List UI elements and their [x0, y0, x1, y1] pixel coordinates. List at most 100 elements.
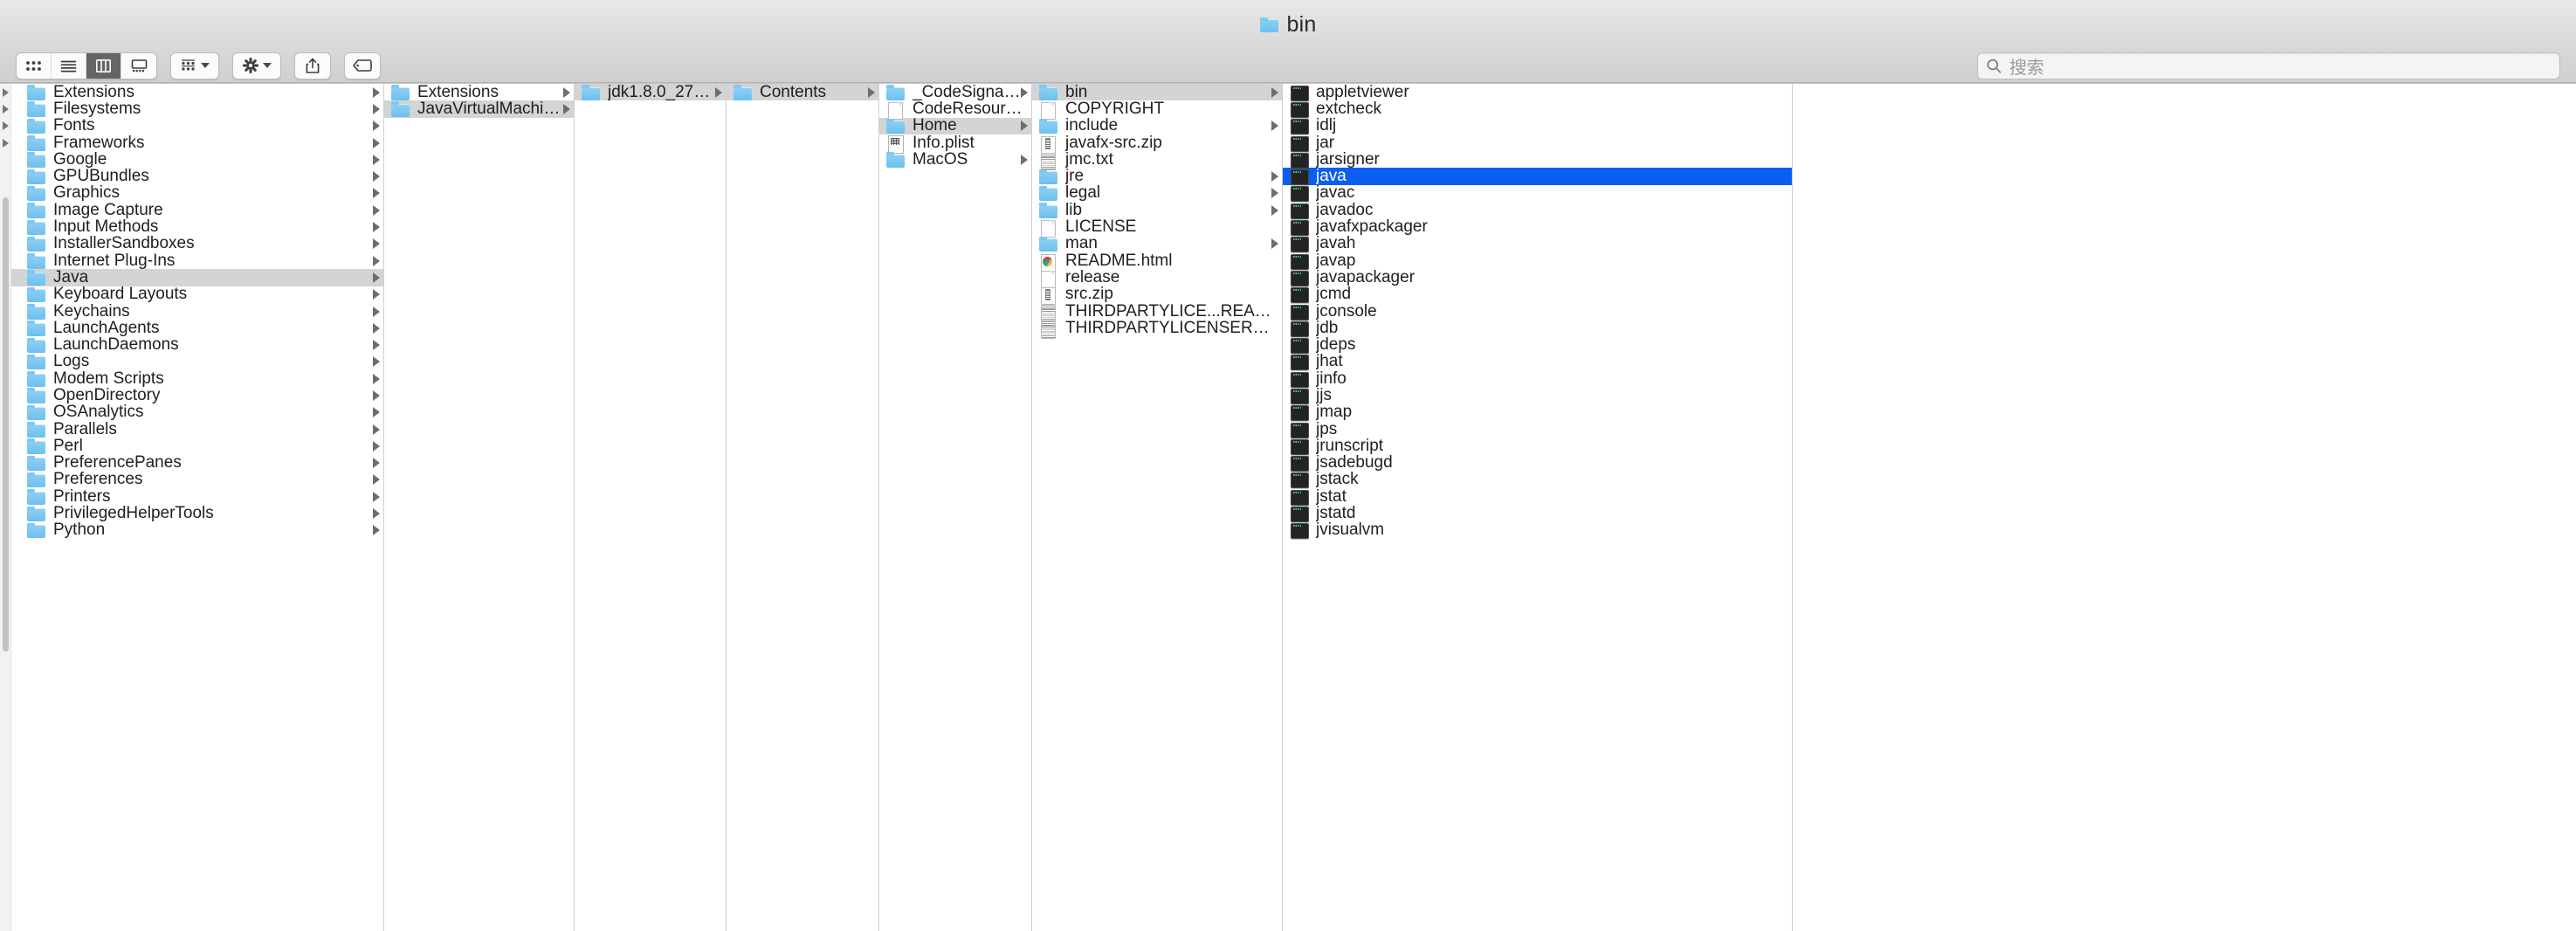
list-item[interactable]: Extensions — [384, 84, 574, 100]
list-item[interactable]: JavaVirtualMachines — [384, 100, 574, 117]
list-item[interactable]: jmc.txt — [1032, 151, 1282, 168]
disclosure-arrow-icon[interactable] — [0, 118, 11, 134]
column-scrollbar[interactable] — [0, 84, 11, 931]
disclosure-arrow-icon[interactable] — [1021, 121, 1028, 131]
list-item[interactable]: Extensions — [11, 84, 383, 100]
disclosure-arrow-icon[interactable] — [373, 340, 380, 350]
list-item[interactable]: jdk1.8.0_271.jdk — [575, 84, 726, 100]
list-item[interactable]: Modem Scripts — [11, 370, 383, 387]
list-item[interactable]: GPUBundles — [11, 168, 383, 184]
list-item[interactable]: jre — [1032, 168, 1282, 184]
list-item[interactable]: Filesystems — [11, 100, 383, 117]
list-item[interactable]: include — [1032, 118, 1282, 134]
list-item[interactable]: Google — [11, 151, 383, 168]
list-item[interactable]: lib — [1032, 202, 1282, 218]
list-item[interactable]: jhat — [1283, 354, 1792, 370]
disclosure-arrow-icon[interactable] — [563, 104, 570, 114]
list-item[interactable]: Home — [879, 118, 1031, 134]
disclosure-arrow-icon[interactable] — [373, 508, 380, 519]
list-item[interactable]: jdb — [1283, 320, 1792, 336]
list-item[interactable]: Parallels — [11, 421, 383, 438]
list-item[interactable]: appletviewer — [1283, 84, 1792, 100]
disclosure-arrow-icon[interactable] — [0, 134, 11, 151]
disclosure-arrow-icon[interactable] — [1271, 87, 1278, 98]
disclosure-arrow-icon[interactable] — [373, 525, 380, 535]
list-item[interactable]: jarsigner — [1283, 151, 1792, 168]
gallery-view-button[interactable] — [121, 53, 156, 79]
list-item[interactable]: Preferences — [11, 472, 383, 488]
list-item[interactable]: javafxpackager — [1283, 218, 1792, 235]
list-item[interactable]: jvisualvm — [1283, 522, 1792, 539]
disclosure-arrow-icon[interactable] — [373, 155, 380, 165]
disclosure-arrow-icon[interactable] — [373, 121, 380, 131]
disclosure-arrow-icon[interactable] — [373, 441, 380, 452]
list-item[interactable]: Internet Plug-Ins — [11, 252, 383, 269]
list-item[interactable]: PreferencePanes — [11, 455, 383, 472]
list-item[interactable]: javap — [1283, 252, 1792, 269]
disclosure-arrow-icon[interactable] — [1271, 121, 1278, 131]
disclosure-arrow-icon[interactable] — [0, 84, 11, 100]
disclosure-arrow-icon[interactable] — [373, 323, 380, 334]
search-input[interactable]: 搜索 — [1977, 52, 2560, 79]
list-item[interactable]: jcmd — [1283, 286, 1792, 303]
list-item[interactable]: jmap — [1283, 404, 1792, 421]
disclosure-arrow-icon[interactable] — [373, 188, 380, 198]
action-button[interactable] — [233, 53, 280, 79]
list-item[interactable]: javafx-src.zip — [1032, 134, 1282, 151]
disclosure-arrow-icon[interactable] — [373, 238, 380, 249]
list-item[interactable]: javapackager — [1283, 269, 1792, 286]
list-item[interactable]: LaunchAgents — [11, 320, 383, 336]
list-item[interactable]: Info.plist — [879, 134, 1031, 151]
disclosure-arrow-icon[interactable] — [373, 138, 380, 148]
list-item[interactable]: Printers — [11, 488, 383, 505]
disclosure-arrow-icon[interactable] — [373, 104, 380, 114]
list-item[interactable]: THIRDPARTYLICE...README-JAVAFX.txt — [1032, 303, 1282, 320]
list-item[interactable]: Logs — [11, 354, 383, 370]
share-button[interactable] — [295, 53, 330, 79]
list-item[interactable]: InstallerSandboxes — [11, 236, 383, 252]
disclosure-arrow-icon[interactable] — [1271, 205, 1278, 216]
list-item[interactable]: jstat — [1283, 488, 1792, 505]
disclosure-arrow-icon[interactable] — [1271, 171, 1278, 182]
disclosure-arrow-icon[interactable] — [0, 100, 11, 117]
list-item[interactable]: jdeps — [1283, 336, 1792, 353]
list-item[interactable]: OSAnalytics — [11, 404, 383, 421]
disclosure-arrow-icon[interactable] — [373, 272, 380, 283]
list-item[interactable]: jstack — [1283, 472, 1792, 488]
list-item[interactable]: jar — [1283, 134, 1792, 151]
list-item[interactable]: Fonts — [11, 118, 383, 134]
list-item[interactable]: Keyboard Layouts — [11, 286, 383, 303]
disclosure-arrow-icon[interactable] — [1271, 188, 1278, 198]
list-item[interactable]: Graphics — [11, 185, 383, 202]
list-item[interactable]: CodeResources — [879, 100, 1031, 117]
list-item[interactable]: jps — [1283, 421, 1792, 438]
disclosure-arrow-icon[interactable] — [373, 458, 380, 468]
disclosure-arrow-icon[interactable] — [715, 87, 722, 98]
list-item[interactable]: jinfo — [1283, 370, 1792, 387]
list-item[interactable]: LICENSE — [1032, 218, 1282, 235]
list-item[interactable]: OpenDirectory — [11, 387, 383, 403]
list-item[interactable]: Java — [11, 269, 383, 286]
list-item[interactable]: java — [1283, 168, 1792, 184]
list-item[interactable]: javac — [1283, 185, 1792, 202]
list-item[interactable]: jstatd — [1283, 505, 1792, 521]
list-item[interactable]: release — [1032, 269, 1282, 286]
list-item[interactable]: THIRDPARTYLICENSEREADME.txt — [1032, 320, 1282, 336]
list-item[interactable]: Frameworks — [11, 134, 383, 151]
list-item[interactable]: Python — [11, 522, 383, 539]
disclosure-arrow-icon[interactable] — [373, 356, 380, 367]
list-item[interactable]: MacOS — [879, 151, 1031, 168]
list-item[interactable]: jjs — [1283, 387, 1792, 403]
disclosure-arrow-icon[interactable] — [373, 307, 380, 317]
disclosure-arrow-icon[interactable] — [373, 87, 380, 98]
list-item[interactable]: jrunscript — [1283, 438, 1792, 454]
list-item[interactable]: legal — [1032, 185, 1282, 202]
disclosure-arrow-icon[interactable] — [373, 374, 380, 384]
disclosure-arrow-icon[interactable] — [563, 87, 570, 98]
disclosure-arrow-icon[interactable] — [373, 492, 380, 502]
scrollbar-thumb[interactable] — [3, 197, 9, 652]
list-item[interactable]: jconsole — [1283, 303, 1792, 320]
disclosure-arrow-icon[interactable] — [373, 205, 380, 216]
list-item[interactable]: src.zip — [1032, 286, 1282, 303]
list-item[interactable]: _CodeSignature — [879, 84, 1031, 100]
